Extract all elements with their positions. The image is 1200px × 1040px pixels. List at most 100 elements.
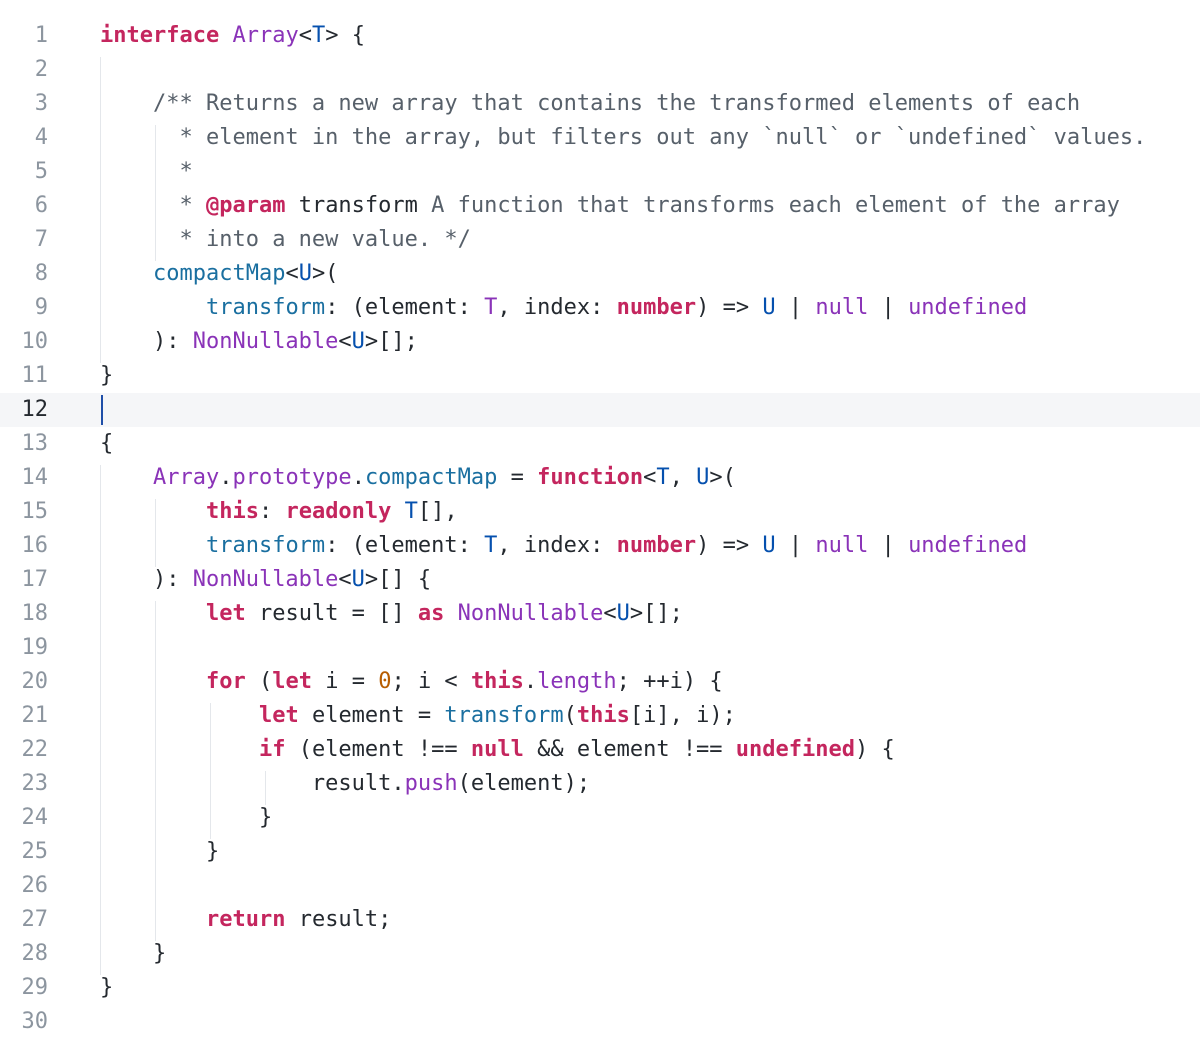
code-token: 0: [378, 669, 392, 694]
line-number: 10: [21, 329, 49, 354]
code-line[interactable]: 30: [0, 1005, 1200, 1039]
code-token: <: [338, 329, 352, 354]
code-line[interactable]: 8 compactMap<U>(: [0, 257, 1200, 291]
code-token: null: [470, 737, 524, 762]
code-token: <: [643, 465, 657, 490]
line-number: 27: [21, 907, 49, 932]
code-token: U: [351, 567, 365, 592]
code-line[interactable]: 21 let element = transform(this[i], i);: [0, 699, 1200, 733]
code-token: @param: [205, 193, 286, 218]
code-token: (element !==: [285, 737, 471, 762]
code-line[interactable]: 1 interface Array<T> {: [0, 19, 1200, 53]
code-token: (: [245, 669, 273, 694]
code-token: this: [470, 669, 524, 694]
code-editor[interactable]: 1 interface Array<T> {2 3 /** Returns a ne…: [0, 0, 1200, 1040]
code-text: result.push(element);: [100, 767, 590, 801]
code-token: }: [100, 975, 114, 1000]
code-text: * into a new value. */: [100, 223, 470, 257]
code-line[interactable]: 19: [0, 631, 1200, 665]
line-number: 21: [21, 703, 49, 728]
code-token: ) =>: [696, 295, 763, 320]
code-token: transform: [205, 295, 326, 320]
code-token: compactMap: [364, 465, 498, 490]
code-line[interactable]: 24 }: [0, 801, 1200, 835]
code-line[interactable]: 27 return result;: [0, 903, 1200, 937]
code-line[interactable]: 5 *: [0, 155, 1200, 189]
code-text: interface Array<T> {: [100, 19, 365, 53]
line-number: 18: [21, 601, 49, 626]
line-number: 23: [21, 771, 49, 796]
line-number: 30: [21, 1009, 49, 1034]
code-token: T: [404, 499, 418, 524]
code-line[interactable]: 2: [0, 53, 1200, 87]
code-token: transform: [205, 533, 326, 558]
code-line[interactable]: 7 * into a new value. */: [0, 223, 1200, 257]
code-line[interactable]: 9 transform: (element: T, index: number)…: [0, 291, 1200, 325]
code-token: U: [696, 465, 710, 490]
code-token: U: [298, 261, 312, 286]
line-number: 7: [34, 227, 48, 252]
code-line[interactable]: 28 }: [0, 937, 1200, 971]
line-number: 8: [34, 261, 48, 286]
code-line[interactable]: 15 this: readonly T[],: [0, 495, 1200, 529]
code-token: NonNullable: [192, 567, 339, 592]
code-line[interactable]: 12: [0, 393, 1200, 427]
code-token: {: [100, 431, 114, 456]
code-token: ):: [100, 329, 193, 354]
code-line[interactable]: 3 /** Returns a new array that contains …: [0, 87, 1200, 121]
line-number: 29: [21, 975, 49, 1000]
code-token: >[];: [364, 329, 418, 354]
line-number: 19: [21, 635, 49, 660]
code-token: interface: [100, 23, 220, 48]
line-number: 1: [34, 23, 48, 48]
code-text: for (let i = 0; i < this.length; ++i) {: [100, 665, 723, 699]
code-line[interactable]: 23 result.push(element);: [0, 767, 1200, 801]
code-token: ) =>: [696, 533, 763, 558]
code-token: .: [219, 465, 233, 490]
code-token: <: [603, 601, 617, 626]
code-line[interactable]: 29}: [0, 971, 1200, 1005]
code-token: result.: [100, 771, 405, 796]
code-line[interactable]: 11}: [0, 359, 1200, 393]
code-line[interactable]: 13 {: [0, 427, 1200, 461]
code-token: }: [100, 805, 273, 830]
code-line[interactable]: 25 }: [0, 835, 1200, 869]
code-token: result;: [285, 907, 392, 932]
code-token: , index:: [497, 295, 617, 320]
line-number: 24: [21, 805, 49, 830]
code-line[interactable]: 14 Array.prototype.compactMap = function…: [0, 461, 1200, 495]
line-number: 17: [21, 567, 49, 592]
code-token: (: [563, 703, 577, 728]
line-number: 12: [21, 397, 49, 422]
code-token: |: [868, 533, 909, 558]
code-line[interactable]: 10 ): NonNullable<U>[];: [0, 325, 1200, 359]
code-line[interactable]: 17 ): NonNullable<U>[] {: [0, 563, 1200, 597]
code-token: undefined: [908, 295, 1028, 320]
code-token: if: [258, 737, 286, 762]
code-token: i =: [311, 669, 379, 694]
line-number: 20: [21, 669, 49, 694]
code-line[interactable]: 20 for (let i = 0; i < this.length; ++i)…: [0, 665, 1200, 699]
code-text: Array.prototype.compactMap = function<T,…: [100, 461, 736, 495]
code-text: ): NonNullable<U>[];: [100, 325, 418, 359]
code-token: }: [100, 363, 114, 388]
code-line[interactable]: 26: [0, 869, 1200, 903]
code-line[interactable]: 6 * @param transform A function that tra…: [0, 189, 1200, 223]
code-token: U: [616, 601, 630, 626]
code-token: *: [152, 159, 193, 184]
line-number: 22: [21, 737, 49, 762]
code-token: NonNullable: [192, 329, 339, 354]
code-token: =: [497, 465, 538, 490]
code-line[interactable]: 16 transform: (element: T, index: number…: [0, 529, 1200, 563]
code-token: [],: [417, 499, 458, 524]
line-number: 15: [21, 499, 49, 524]
code-token: ) {: [855, 737, 895, 762]
code-line[interactable]: 22 if (element !== null && element !== u…: [0, 733, 1200, 767]
code-line[interactable]: 4 * element in the array, but filters ou…: [0, 121, 1200, 155]
code-line[interactable]: 18 let result = [] as NonNullable<U>[];: [0, 597, 1200, 631]
line-number: 4: [34, 125, 48, 150]
